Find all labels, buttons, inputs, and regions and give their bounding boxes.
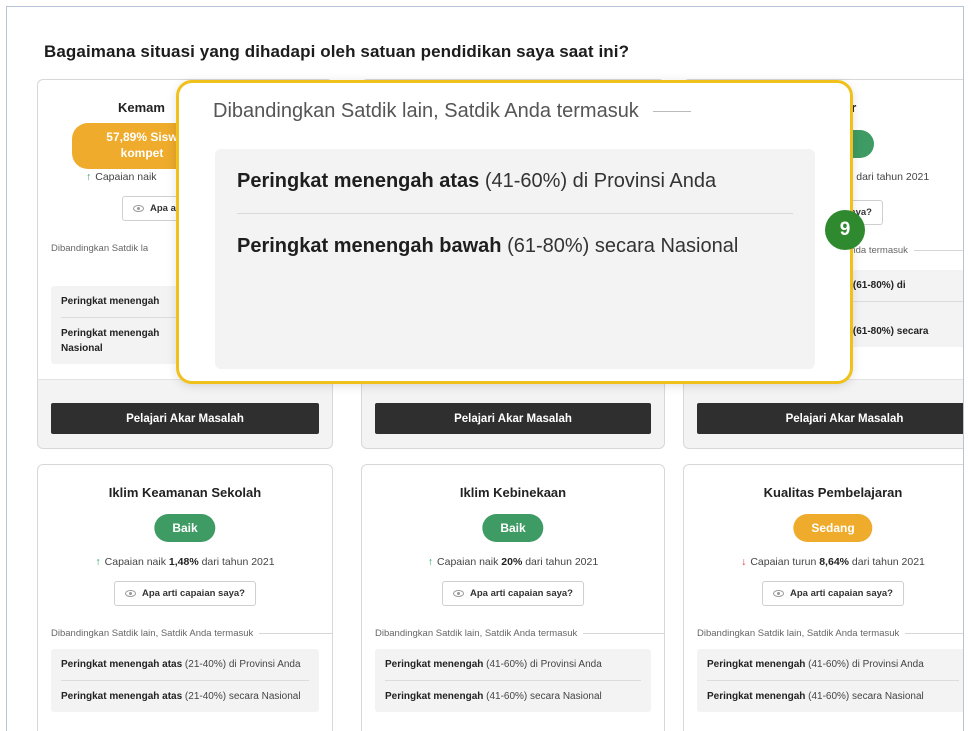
learn-root-cause-button[interactable]: Pelajari Akar Masalah	[697, 403, 963, 434]
compare-label: Dibandingkan Satdik lain, Satdik Anda te…	[375, 628, 664, 639]
card-iklim-keamanan: Iklim Keamanan Sekolah Baik ↑ Capaian nai…	[37, 464, 333, 731]
eye-icon	[133, 205, 144, 212]
callout-heading: Dibandingkan Satdik lain, Satdik Anda te…	[213, 100, 691, 123]
card-title: Kualitas Pembelajaran	[763, 485, 903, 500]
callout-rank-national: Peringkat menengah bawah (61-80%) secara…	[237, 213, 793, 278]
arrow-up-icon: ↑	[86, 171, 92, 183]
compare-label: Dibandingkan Satdik lain, Satdik Anda te…	[51, 628, 332, 639]
help-button[interactable]: Apa arti capaian saya?	[114, 581, 256, 606]
report-frame: Bagaimana situasi yang dihadapi oleh sat…	[6, 6, 964, 731]
callout-rank-province: Peringkat menengah atas (41-60%) di Prov…	[237, 170, 717, 192]
card-kualitas-pembelajaran: Kualitas Pembelajaran Sedang ↓ Capaian tu…	[683, 464, 963, 731]
trend-text: ↓ Capaian turun 8,64% dari tahun 2021	[741, 556, 925, 568]
card-title: er	[844, 100, 963, 115]
rank-row-province: h (61-80%) di	[844, 280, 906, 291]
rank-row-province: Peringkat menengah (41-60%) di Provinsi …	[385, 659, 602, 670]
compare-label: Dibandingkan Satdik lain, Satdik Anda te…	[697, 628, 963, 639]
arrow-down-icon: ↓	[741, 556, 747, 568]
rank-row-national: Peringkat menengah (41-60%) secara Nasio…	[385, 680, 641, 712]
eye-icon	[453, 590, 465, 597]
card-title: Iklim Kebinekaan	[459, 485, 567, 500]
page-title: Bagaimana situasi yang dihadapi oleh sat…	[44, 42, 630, 61]
status-badge: Sedang	[793, 514, 873, 542]
compare-label: Anda termasuk	[844, 245, 963, 256]
rank-row-national: Peringkat menengah (41-60%) secara Nasio…	[707, 680, 959, 712]
learn-root-cause-button[interactable]: Pelajari Akar Masalah	[375, 403, 651, 434]
rank-row-national: h (61-80%) secara	[844, 301, 963, 347]
rank-row-province: Peringkat menengah (41-60%) di Provinsi …	[707, 659, 924, 670]
rank-box: Peringkat menengah (41-60%) di Provinsi …	[375, 649, 651, 712]
rank-box: Peringkat menengah (41-60%) di Provinsi …	[697, 649, 963, 712]
step-number-badge: 9	[825, 210, 865, 250]
trend-text: ↑ Capaian naik 1,48% dari tahun 2021	[95, 556, 275, 568]
card-iklim-kebinekaan: Iklim Kebinekaan Baik ↑ Capaian naik 20% …	[361, 464, 665, 731]
status-badge: Baik	[482, 514, 544, 542]
callout-rank-box: Peringkat menengah atas (41-60%) di Prov…	[215, 149, 815, 369]
learn-root-cause-button[interactable]: Pelajari Akar Masalah	[51, 403, 319, 434]
rank-box: h (61-80%) di h (61-80%) secara	[834, 270, 963, 347]
arrow-up-icon: ↑	[95, 556, 101, 568]
eye-icon	[773, 590, 785, 597]
eye-icon	[125, 590, 137, 597]
highlight-callout: Dibandingkan Satdik lain, Satdik Anda te…	[176, 80, 853, 384]
trend-text: ↑ Capaian naik 20% dari tahun 2021	[427, 556, 599, 568]
help-button[interactable]: Apa arti capaian saya?	[442, 581, 584, 606]
status-badge: Baik	[154, 514, 216, 542]
trend-text: % dari tahun 2021	[844, 171, 930, 183]
rank-box: Peringkat menengah atas (21-40%) di Prov…	[51, 649, 319, 712]
card-title: Iklim Keamanan Sekolah	[108, 485, 262, 500]
help-button[interactable]: Apa arti capaian saya?	[762, 581, 904, 606]
rank-row-national: Peringkat menengah atas (21-40%) secara …	[61, 680, 309, 712]
rank-row-province: Peringkat menengah atas (21-40%) di Prov…	[61, 659, 301, 670]
arrow-up-icon: ↑	[427, 556, 434, 568]
